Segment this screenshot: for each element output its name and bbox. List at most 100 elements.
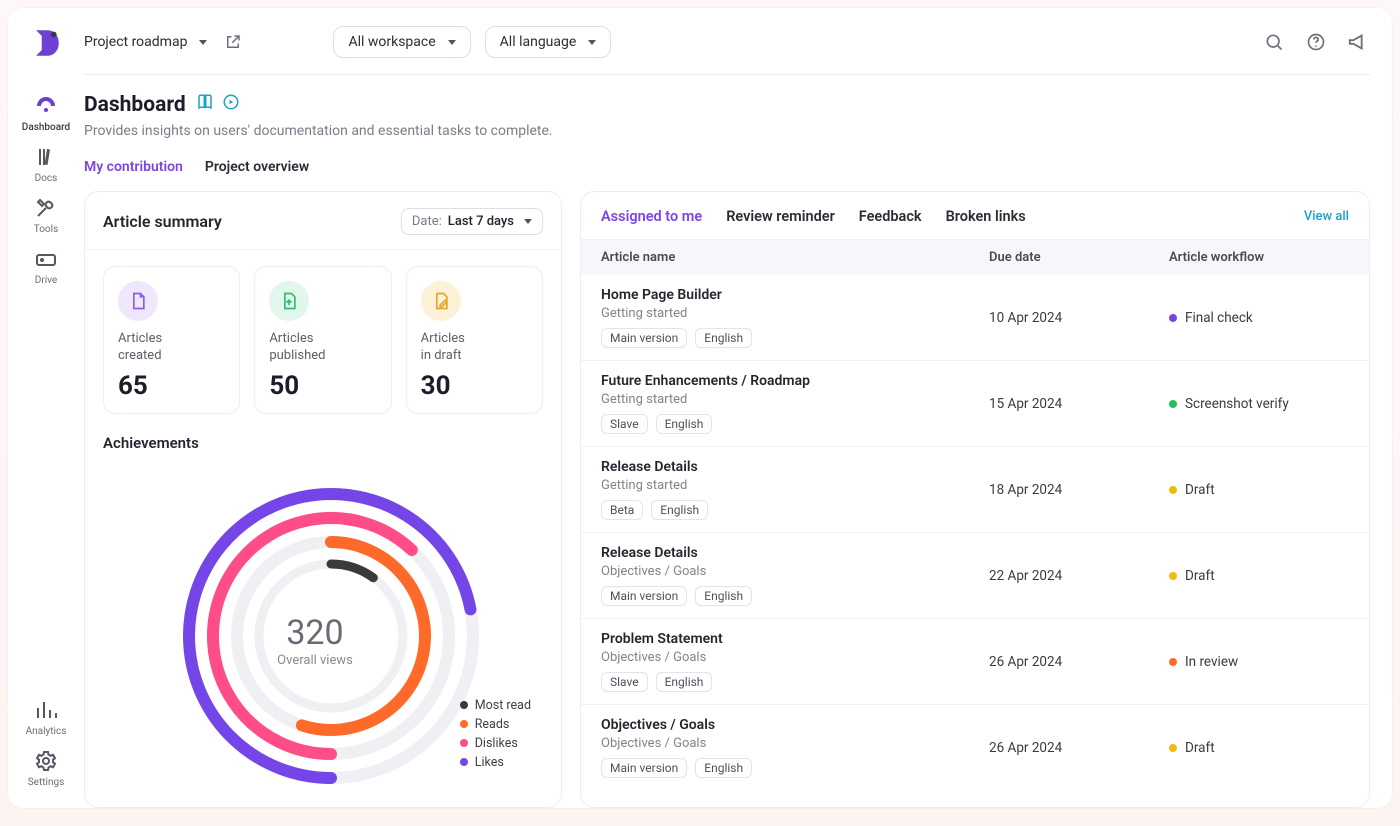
sidebar-item-tools[interactable]: Tools bbox=[22, 190, 70, 241]
sidebar-item-settings[interactable]: Settings bbox=[26, 743, 67, 794]
language-filter[interactable]: All language bbox=[485, 26, 612, 58]
article-summary-title: Article summary bbox=[103, 212, 222, 231]
article-category: Getting started bbox=[601, 306, 989, 321]
task-tab-review[interactable]: Review reminder bbox=[726, 208, 835, 225]
chevron-down-icon bbox=[524, 219, 532, 224]
page-tab-project_overview[interactable]: Project overview bbox=[205, 159, 309, 175]
legend-item: Reads bbox=[460, 717, 531, 732]
stat-value: 50 bbox=[269, 371, 376, 401]
article-summary-card: Article summary Date: Last 7 days Articl… bbox=[84, 191, 562, 808]
project-switcher[interactable]: Project roadmap bbox=[84, 34, 207, 50]
sidebar-item-docs[interactable]: Docs bbox=[22, 139, 70, 190]
article-name: Release Details bbox=[601, 545, 989, 561]
status-dot bbox=[1169, 744, 1177, 752]
tag: English bbox=[695, 586, 752, 606]
stat-label: Articlespublished bbox=[269, 331, 376, 365]
workspace-filter[interactable]: All workspace bbox=[333, 26, 470, 58]
article-category: Getting started bbox=[601, 478, 989, 493]
settings-icon bbox=[34, 749, 58, 773]
project-name: Project roadmap bbox=[84, 34, 187, 50]
legend-item: Most read bbox=[460, 698, 531, 713]
status-dot bbox=[1169, 314, 1177, 322]
table-row[interactable]: Objectives / Goals Objectives / Goals Ma… bbox=[581, 705, 1369, 790]
table-header: Article workflow bbox=[1169, 250, 1349, 265]
tag: Main version bbox=[601, 586, 687, 606]
tag: English bbox=[656, 414, 713, 434]
stat-card: Articlespublished 50 bbox=[254, 266, 391, 414]
workflow-status: Draft bbox=[1169, 740, 1349, 756]
table-row[interactable]: Release Details Objectives / Goals Main … bbox=[581, 533, 1369, 619]
tag: English bbox=[695, 328, 752, 348]
due-date: 10 Apr 2024 bbox=[989, 310, 1169, 326]
status-dot bbox=[1169, 572, 1177, 580]
tools-icon bbox=[34, 196, 58, 220]
table-row[interactable]: Release Details Getting started BetaEngl… bbox=[581, 447, 1369, 533]
tasks-card: Assigned to me Review reminder Feedback Bro… bbox=[580, 191, 1370, 808]
legend-item: Dislikes bbox=[460, 736, 531, 751]
achievements-title: Achievements bbox=[85, 414, 561, 458]
due-date: 22 Apr 2024 bbox=[989, 568, 1169, 584]
workflow-status: Draft bbox=[1169, 482, 1349, 498]
status-dot bbox=[1169, 400, 1177, 408]
article-category: Objectives / Goals bbox=[601, 650, 989, 665]
sidebar-item-label: Tools bbox=[34, 224, 58, 235]
topbar: Project roadmap All workspace All langua… bbox=[84, 22, 1370, 75]
legend-dot bbox=[460, 701, 468, 709]
page-tabs: My contribution Project overview bbox=[84, 159, 1370, 175]
tag: Beta bbox=[601, 500, 643, 520]
view-all-link[interactable]: View all bbox=[1304, 209, 1349, 224]
chevron-down-icon bbox=[199, 40, 207, 45]
task-tab-broken[interactable]: Broken links bbox=[946, 208, 1026, 225]
due-date: 18 Apr 2024 bbox=[989, 482, 1169, 498]
task-tab-feedback[interactable]: Feedback bbox=[859, 208, 922, 225]
due-date: 26 Apr 2024 bbox=[989, 654, 1169, 670]
app-logo bbox=[29, 26, 63, 64]
sidebar-item-label: Settings bbox=[28, 777, 65, 788]
stat-label: Articlescreated bbox=[118, 331, 225, 365]
due-date: 26 Apr 2024 bbox=[989, 740, 1169, 756]
play-circle-icon[interactable] bbox=[222, 93, 240, 117]
announce-icon[interactable] bbox=[1346, 30, 1370, 54]
dashboard-icon bbox=[34, 94, 58, 118]
stat-label: Articlesin draft bbox=[421, 331, 528, 365]
table-row[interactable]: Future Enhancements / Roadmap Getting st… bbox=[581, 361, 1369, 447]
workflow-status: Screenshot verify bbox=[1169, 396, 1349, 412]
table-header: Due date bbox=[989, 250, 1169, 265]
achievements-chart: 320 Overall views Most readReadsDislikes… bbox=[85, 458, 561, 804]
tag: English bbox=[656, 672, 713, 692]
sidebar-item-label: Analytics bbox=[26, 726, 67, 737]
tag: Slave bbox=[601, 414, 648, 434]
search-icon[interactable] bbox=[1262, 30, 1286, 54]
external-link-icon[interactable] bbox=[221, 30, 245, 54]
article-name: Problem Statement bbox=[601, 631, 989, 647]
article-name: Objectives / Goals bbox=[601, 717, 989, 733]
help-icon[interactable] bbox=[1304, 30, 1328, 54]
page-tab-my_contribution[interactable]: My contribution bbox=[84, 159, 183, 175]
page-title: Dashboard bbox=[84, 93, 1370, 117]
date-range-filter[interactable]: Date: Last 7 days bbox=[401, 208, 543, 235]
sidebar-item-drive[interactable]: Drive bbox=[22, 241, 70, 292]
sidebar: Dashboard Docs Tools Drive Analytics Set… bbox=[8, 8, 84, 808]
status-dot bbox=[1169, 486, 1177, 494]
legend-dot bbox=[460, 758, 468, 766]
doc-icon bbox=[118, 281, 158, 321]
analytics-icon bbox=[34, 698, 58, 722]
stat-card: Articlesin draft 30 bbox=[406, 266, 543, 414]
tag: Slave bbox=[601, 672, 648, 692]
stat-value: 30 bbox=[421, 371, 528, 401]
stat-value: 65 bbox=[118, 371, 225, 401]
sidebar-item-analytics[interactable]: Analytics bbox=[26, 692, 67, 743]
article-category: Objectives / Goals bbox=[601, 564, 989, 579]
table-row[interactable]: Problem Statement Objectives / Goals Sla… bbox=[581, 619, 1369, 705]
chevron-down-icon bbox=[448, 40, 456, 45]
docs-icon bbox=[34, 145, 58, 169]
book-icon[interactable] bbox=[196, 93, 214, 117]
task-tab-assigned[interactable]: Assigned to me bbox=[601, 208, 702, 225]
article-category: Objectives / Goals bbox=[601, 736, 989, 751]
chevron-down-icon bbox=[588, 40, 596, 45]
table-row[interactable]: Home Page Builder Getting started Main v… bbox=[581, 275, 1369, 361]
doc-up-icon bbox=[269, 281, 309, 321]
drive-icon bbox=[34, 247, 58, 271]
sidebar-item-dashboard[interactable]: Dashboard bbox=[22, 88, 70, 139]
doc-edit-icon bbox=[421, 281, 461, 321]
